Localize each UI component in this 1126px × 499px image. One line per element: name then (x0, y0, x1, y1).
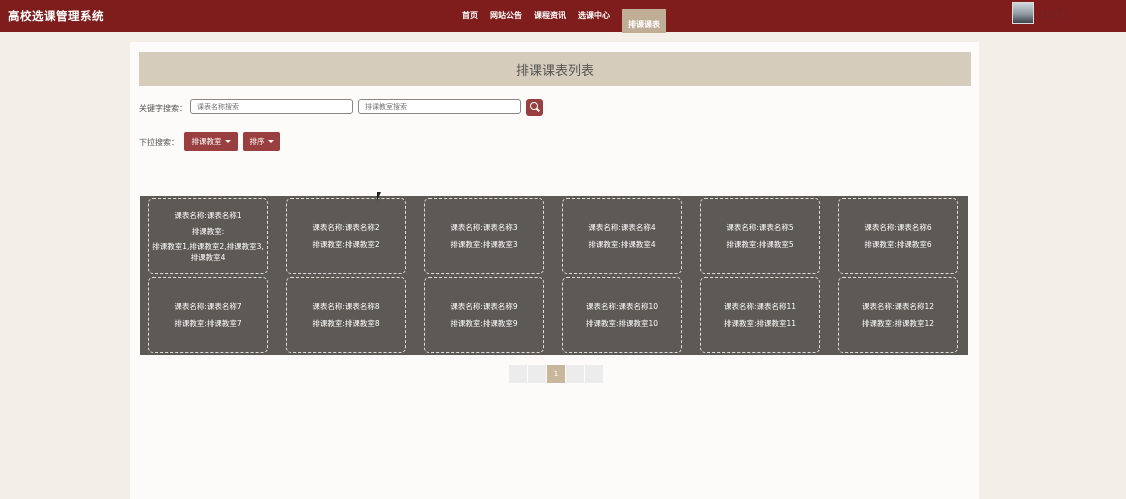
card-course-name: 课表名称:课表名称7 (174, 302, 242, 311)
card-course-name: 课表名称:课表名称11 (723, 302, 797, 311)
schedule-card[interactable]: 课表名称:课表名称2 排课教室:排课教室2 (286, 198, 406, 274)
schedule-card[interactable]: 课表名称:课表名称3 排课教室:排课教室3 (424, 198, 544, 274)
card-course-name: 课表名称:课表名称1 (174, 211, 242, 220)
next-page-button[interactable] (566, 365, 584, 383)
card-course-name: 课表名称:课表名称6 (864, 223, 932, 232)
caret-down-icon (224, 140, 231, 143)
main-nav: 首页 网站公告 课程资讯 选课中心 排课课表 (456, 0, 666, 33)
sort-dropdown-label: 排序 (249, 137, 265, 146)
nav-item-home[interactable]: 首页 (456, 0, 484, 32)
schedule-card[interactable]: 课表名称:课表名称9 排课教室:排课教室9 (424, 277, 544, 353)
card-classroom: 排课教室:排课教室3 (450, 240, 518, 249)
course-name-search-input[interactable] (190, 99, 353, 114)
card-classroom: 排课教室:排课教室7 (174, 319, 242, 328)
card-classroom: 排课教室:排课教室10 (585, 319, 659, 328)
keyword-search-label: 关键字搜索： (139, 104, 187, 113)
app-title[interactable]: 高校选课管理系统 (8, 8, 104, 24)
schedule-card[interactable]: 课表名称:课表名称12 排课教室:排课教室12 (838, 277, 958, 353)
card-classroom: 排课教室:排课教室9 (450, 319, 518, 328)
nav-item-schedule[interactable]: 排课课表 (622, 9, 666, 33)
last-page-button[interactable] (585, 365, 603, 383)
card-course-name: 课表名称:课表名称4 (588, 223, 656, 232)
schedule-card[interactable]: 课表名称:课表名称11 排课教室:排课教室11 (700, 277, 820, 353)
dropdown-search-label: 下拉搜索： (139, 138, 179, 147)
schedule-card[interactable]: 课表名称:课表名称4 排课教室:排课教室4 (562, 198, 682, 274)
card-course-name: 课表名称:课表名称12 (861, 302, 935, 311)
card-classroom: 排课教室:排课教室12 (861, 319, 935, 328)
classroom-dropdown-button[interactable]: 排课教室 (184, 132, 238, 151)
classroom-dropdown-label: 排课教室 (191, 137, 222, 146)
classroom-search-input[interactable] (358, 99, 521, 114)
top-navbar: 高校选课管理系统 首页 网站公告 课程资讯 选课中心 排课课表 11111 (0, 0, 1126, 33)
sort-dropdown-button[interactable]: 排序 (243, 132, 280, 151)
nav-item-course-news[interactable]: 课程资讯 (528, 0, 572, 32)
pagination: 1 (509, 365, 604, 383)
schedule-card[interactable]: 课表名称:课表名称6 排课教室:排课教室6 (838, 198, 958, 274)
page-number-current[interactable]: 1 (547, 365, 565, 383)
card-course-name: 课表名称:课表名称3 (450, 223, 518, 232)
username[interactable]: 11111 (1040, 10, 1065, 19)
schedule-card[interactable]: 课表名称:课表名称5 排课教室:排课教室5 (700, 198, 820, 274)
schedule-card[interactable]: 课表名称:课表名称8 排课教室:排课教室8 (286, 277, 406, 353)
nav-item-course-selection[interactable]: 选课中心 (572, 0, 616, 32)
mouse-cursor-icon (377, 192, 385, 201)
card-classroom-value: 排课教室1,排课教室2,排课教室3,排课教室4 (152, 242, 264, 262)
card-classroom: 排课教室:排课教室2 (312, 240, 380, 249)
schedule-card[interactable]: 课表名称:课表名称1 排课教室: 排课教室1,排课教室2,排课教室3,排课教室4 (148, 198, 268, 274)
card-classroom: 排课教室:排课教室8 (312, 319, 380, 328)
first-page-button[interactable] (509, 365, 527, 383)
avatar[interactable] (1012, 2, 1034, 24)
page-title: 排课课表列表 (139, 52, 971, 86)
card-classroom: 排课教室:排课教室5 (726, 240, 794, 249)
card-course-name: 课表名称:课表名称2 (312, 223, 380, 232)
caret-down-icon (267, 140, 274, 143)
card-course-name: 课表名称:课表名称8 (312, 302, 380, 311)
card-course-name: 课表名称:课表名称5 (726, 223, 794, 232)
card-classroom-label: 排课教室: (191, 227, 225, 236)
card-classroom: 排课教室:排课教室11 (723, 319, 797, 328)
nav-item-announcements[interactable]: 网站公告 (484, 0, 528, 32)
card-course-name: 课表名称:课表名称9 (450, 302, 518, 311)
card-course-name: 课表名称:课表名称10 (585, 302, 659, 311)
card-classroom: 排课教室:排课教室4 (588, 240, 656, 249)
search-button[interactable] (526, 99, 543, 116)
prev-page-button[interactable] (528, 365, 546, 383)
schedule-card[interactable]: 课表名称:课表名称7 排课教室:排课教室7 (148, 277, 268, 353)
schedule-card[interactable]: 课表名称:课表名称10 排课教室:排课教室10 (562, 277, 682, 353)
card-classroom: 排课教室:排课教室6 (864, 240, 932, 249)
